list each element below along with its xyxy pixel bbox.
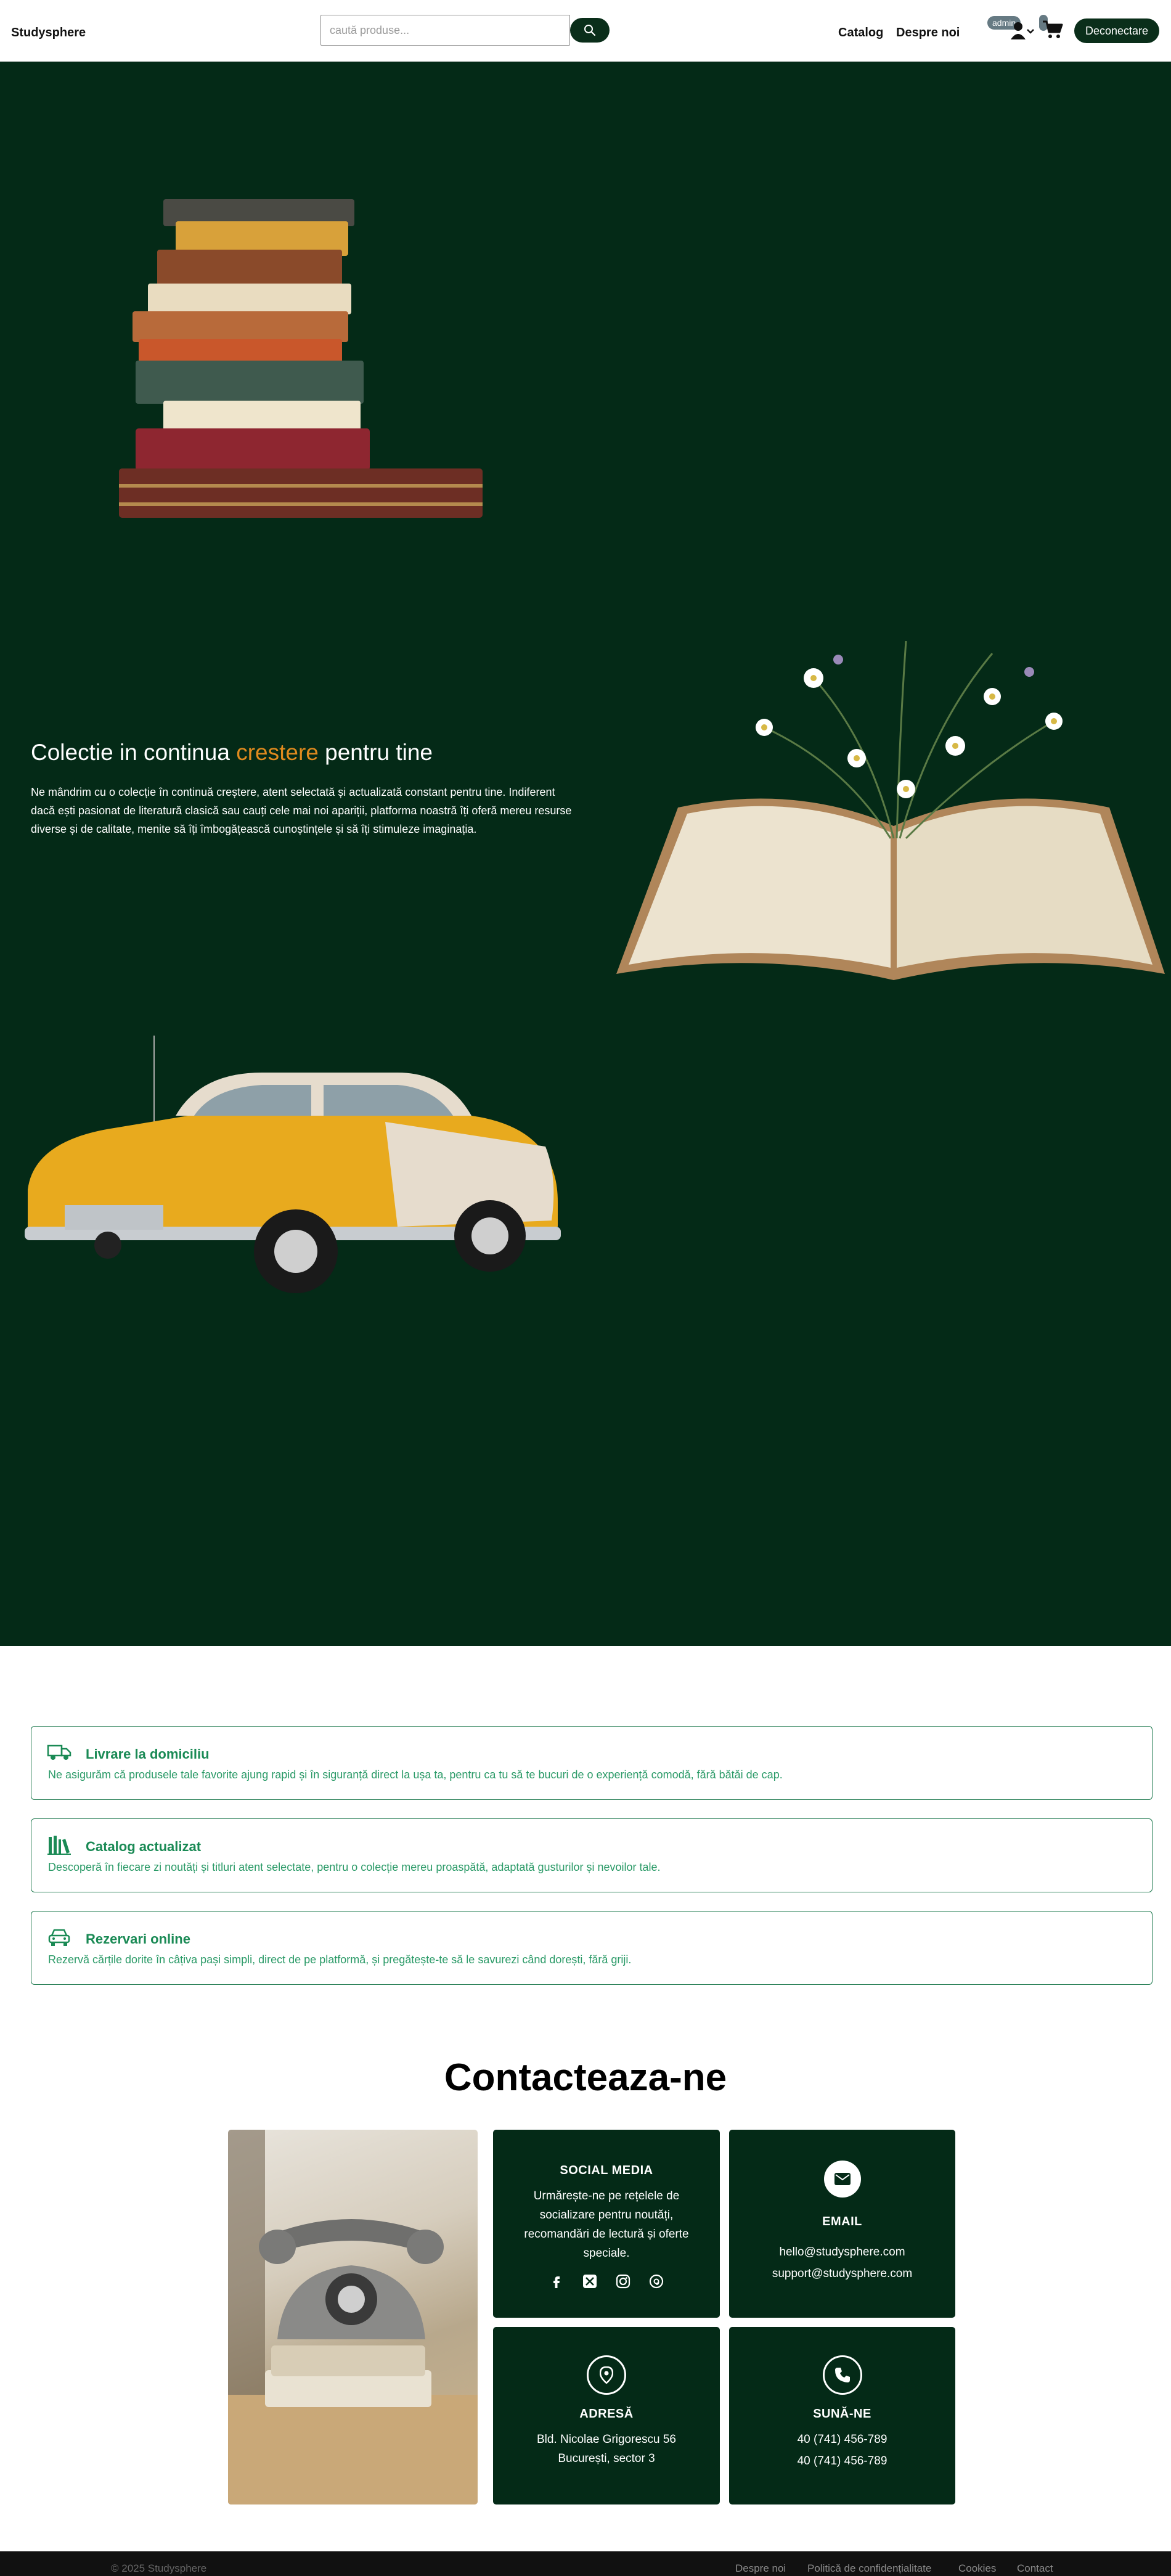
phone-icon-circle <box>822 2355 862 2395</box>
social-media-card: SOCIAL MEDIA Urmărește-ne pe rețelele de… <box>493 2130 720 2318</box>
phone-number-2[interactable]: 40 (741) 456-789 <box>729 2451 955 2471</box>
cart-button[interactable] <box>1042 20 1064 43</box>
address-line-2: București, sector 3 <box>558 2452 655 2465</box>
facebook-icon[interactable] <box>549 2274 564 2289</box>
brand-logo[interactable]: Studysphere <box>11 26 86 40</box>
x-twitter-icon[interactable] <box>582 2274 597 2289</box>
hero-title-pre: Colectie in continua <box>31 740 237 765</box>
user-icon <box>1011 22 1034 39</box>
feature-card: Rezervari online Rezervă cărțile dorite … <box>31 1911 1153 1985</box>
nav-link-about[interactable]: Despre noi <box>896 26 960 40</box>
hero-description: Ne mândrim cu o colecție în continuă cre… <box>31 786 572 835</box>
contact-title: Contacteaza-ne <box>444 2056 727 2099</box>
feature-text: Rezervă cărțile dorite în câțiva pași si… <box>48 1953 632 1966</box>
open-book-flowers-image <box>616 640 1165 980</box>
feature-title: Catalog actualizat <box>86 1839 202 1854</box>
footer: © 2025 Studysphere Despre noi Politică d… <box>0 2551 1171 2576</box>
feature-card: Livrare la domiciliu Ne asigurăm că prod… <box>31 1726 1153 1800</box>
phone-heading: SUNĂ-NE <box>813 2407 871 2421</box>
books-icon <box>47 1836 71 1855</box>
feature-title: Livrare la domiciliu <box>86 1746 210 1762</box>
threads-icon[interactable] <box>649 2274 664 2289</box>
search-button[interactable] <box>570 18 610 43</box>
footer-link-privacy[interactable]: Politică de confidențialitate <box>807 2562 931 2575</box>
footer-copyright: © 2025 Studysphere <box>111 2562 207 2574</box>
hero-section: Colectie in continua crestere pentru tin… <box>0 62 1171 1646</box>
user-menu[interactable] <box>1011 21 1035 43</box>
hero-title-post: pentru tine <box>318 740 433 765</box>
vintage-telephone-image <box>228 2130 478 2504</box>
classic-car-image <box>25 1036 561 1293</box>
nav-link-catalog[interactable]: Catalog <box>838 26 883 40</box>
address-line-1: Bld. Nicolae Grigorescu 56 <box>537 2433 676 2446</box>
footer-link-cookies[interactable]: Cookies <box>958 2562 996 2575</box>
social-links <box>493 2274 720 2289</box>
envelope-icon <box>834 2173 851 2185</box>
book-stack-image <box>119 199 483 518</box>
phone-icon <box>834 2368 850 2382</box>
feature-text: Ne asigurăm că produsele tale favorite a… <box>48 1768 783 1781</box>
address-heading: ADRESĂ <box>579 2407 634 2421</box>
instagram-icon[interactable] <box>616 2274 630 2289</box>
cart-icon <box>1043 20 1063 38</box>
search-input[interactable] <box>320 15 570 46</box>
address-card: ADRESĂ Bld. Nicolae Grigorescu 56 Bucure… <box>493 2327 720 2504</box>
search-icon <box>584 25 596 36</box>
phone-number-1[interactable]: 40 (741) 456-789 <box>729 2430 955 2449</box>
footer-link-contact[interactable]: Contact <box>1017 2562 1053 2575</box>
email-address-support[interactable]: support@studysphere.com <box>729 2264 955 2283</box>
feature-card: Catalog actualizat Descoperă în fiecare … <box>31 1818 1153 1892</box>
hero-title: Colectie in continua crestere pentru tin… <box>31 740 433 766</box>
social-media-heading: SOCIAL MEDIA <box>560 2164 653 2177</box>
hero-title-accent: crestere <box>236 740 319 765</box>
navbar: Studysphere Catalog Despre noi admin Dec… <box>0 0 1171 62</box>
email-icon-circle <box>823 2161 861 2198</box>
location-icon-circle <box>587 2355 626 2395</box>
car-icon <box>48 1929 70 1946</box>
feature-text: Descoperă în fiecare zi noutăți și titlu… <box>48 1861 661 1873</box>
email-heading: EMAIL <box>822 2215 862 2228</box>
telephone-illustration <box>228 2130 478 2504</box>
social-media-text: Urmărește-ne pe rețelele de socializare … <box>524 2190 689 2260</box>
email-card: EMAIL hello@studysphere.com support@stud… <box>729 2130 955 2318</box>
phone-card: SUNĂ-NE 40 (741) 456-789 40 (741) 456-78… <box>729 2327 955 2504</box>
footer-link-about[interactable]: Despre noi <box>735 2562 786 2575</box>
email-address-primary[interactable]: hello@studysphere.com <box>729 2243 955 2262</box>
feature-title: Rezervari online <box>86 1931 190 1947</box>
logout-button[interactable]: Deconectare <box>1074 18 1160 43</box>
truck-icon <box>47 1744 71 1760</box>
search-bar <box>320 15 610 46</box>
location-pin-icon <box>600 2366 613 2384</box>
